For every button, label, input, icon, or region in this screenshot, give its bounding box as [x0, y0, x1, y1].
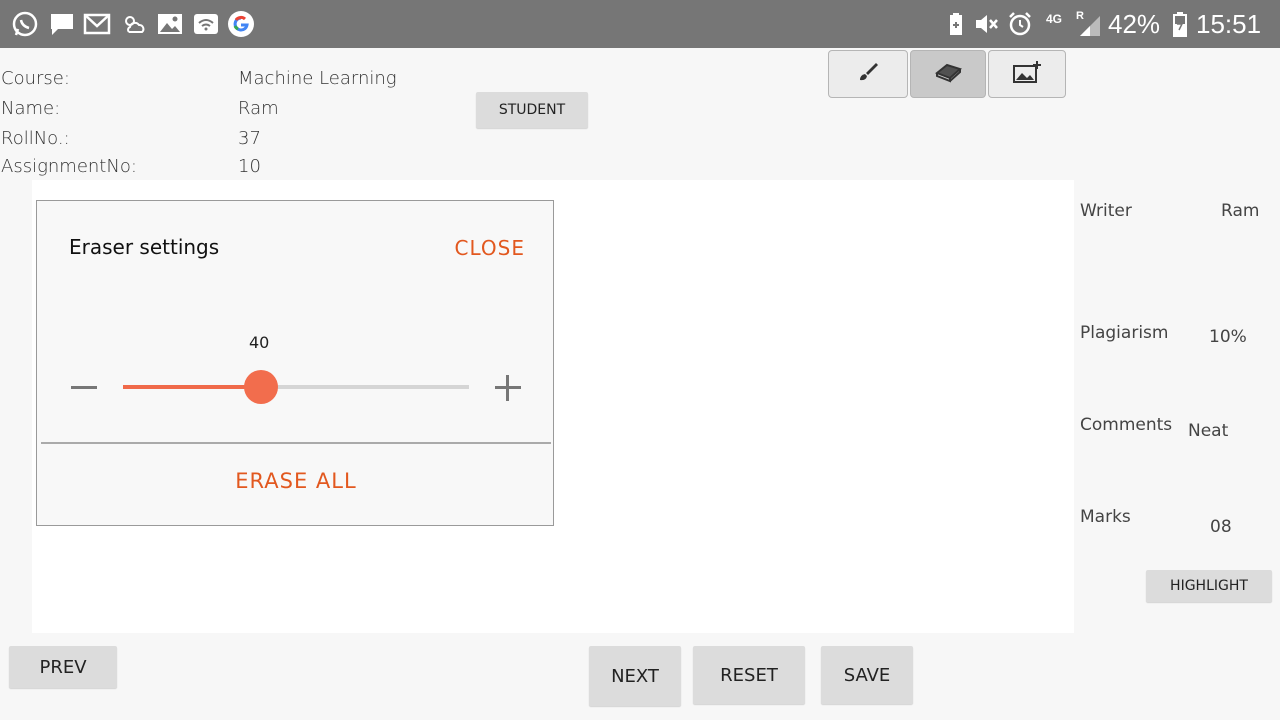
- slider-thumb[interactable]: [244, 370, 279, 404]
- close-button[interactable]: CLOSE: [455, 236, 525, 260]
- gallery-icon: [156, 10, 184, 38]
- marks-value: 08: [1210, 517, 1232, 537]
- writer-value: Ram: [1221, 201, 1260, 221]
- reset-button[interactable]: RESET: [693, 646, 805, 704]
- comments-value: Neat: [1188, 421, 1229, 441]
- plagiarism-value: 10%: [1209, 327, 1247, 347]
- eraser-icon: [933, 60, 963, 88]
- rollno-value: 37: [238, 128, 261, 149]
- slider-fill: [123, 385, 262, 389]
- marks-label: Marks: [1080, 507, 1131, 527]
- name-value: Ram: [238, 98, 279, 119]
- prev-button[interactable]: PREV: [9, 646, 117, 688]
- wifi-icon: [192, 10, 220, 38]
- erase-all-button[interactable]: ERASE ALL: [37, 469, 555, 493]
- decrease-icon[interactable]: [71, 386, 97, 389]
- eraser-tool-button[interactable]: [910, 50, 986, 98]
- add-image-tool-button[interactable]: [988, 50, 1066, 98]
- status-bar: 4G R 42% 15:51: [0, 0, 1280, 48]
- battery-icon: [1166, 10, 1194, 38]
- weather-icon: [120, 10, 148, 38]
- brush-icon: [856, 60, 880, 88]
- whatsapp-icon: [11, 10, 39, 38]
- eraser-size-slider[interactable]: [123, 370, 469, 404]
- alarm-icon: [1006, 10, 1034, 38]
- comments-label: Comments: [1080, 415, 1173, 435]
- increase-icon[interactable]: [495, 375, 521, 401]
- signal-icon: [1076, 10, 1104, 38]
- dialog-title: Eraser settings: [69, 235, 220, 259]
- battery-saver-icon: [942, 10, 970, 38]
- network-type: 4G: [1046, 12, 1063, 26]
- gmail-icon: [83, 10, 111, 38]
- name-label: Name:: [1, 98, 61, 119]
- clock: 15:51: [1196, 9, 1262, 39]
- save-button[interactable]: SAVE: [821, 646, 913, 704]
- google-icon: [227, 10, 255, 38]
- course-value: Machine Learning: [238, 68, 397, 89]
- plagiarism-label: Plagiarism: [1080, 323, 1169, 343]
- add-image-icon: [1012, 60, 1042, 88]
- course-label: Course:: [1, 68, 70, 89]
- slider-value: 40: [249, 333, 270, 352]
- dialog-divider: [41, 442, 551, 444]
- next-button[interactable]: NEXT: [589, 646, 681, 706]
- writer-label: Writer: [1080, 201, 1132, 221]
- student-button[interactable]: STUDENT: [476, 92, 588, 128]
- assignment-label: AssignmentNo:: [1, 156, 137, 177]
- eraser-settings-dialog: Eraser settings CLOSE 40 ERASE ALL: [36, 200, 554, 526]
- highlight-button[interactable]: HIGHLIGHT: [1146, 570, 1272, 602]
- brush-tool-button[interactable]: [828, 50, 908, 98]
- assignment-value: 10: [238, 156, 261, 177]
- mute-icon: [972, 10, 1000, 38]
- battery-percent: 42%: [1108, 9, 1161, 39]
- rollno-label: RollNo.:: [1, 128, 70, 149]
- message-icon: [48, 10, 76, 38]
